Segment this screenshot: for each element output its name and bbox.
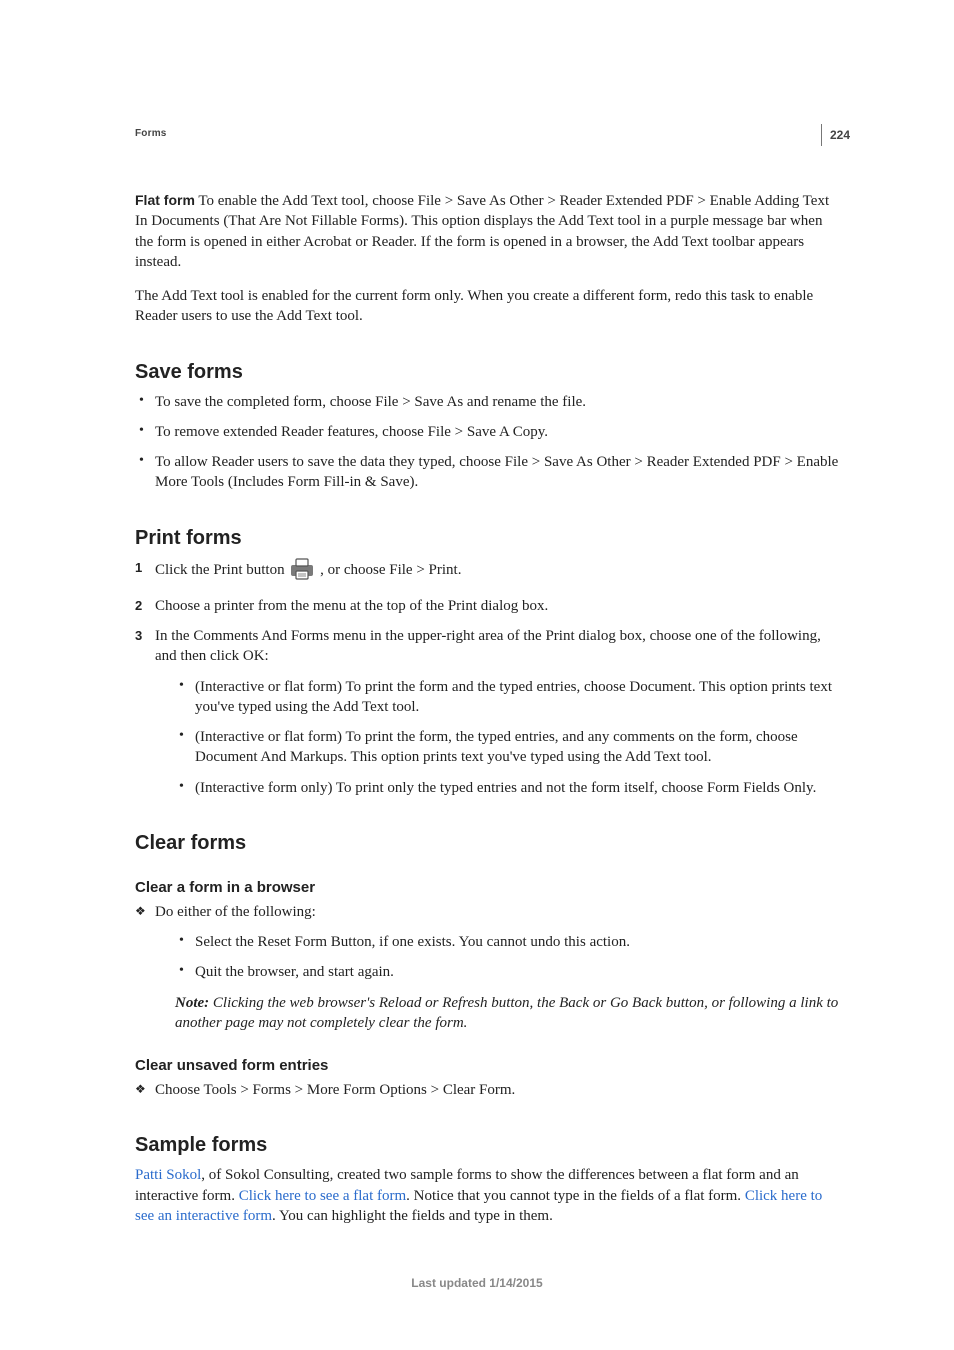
step-3-sublist: (Interactive or flat form) To print the … [155,677,844,798]
save-forms-heading: Save forms [135,361,844,384]
list-item: To remove extended Reader features, choo… [135,422,844,442]
step-1-text-a: Click the Print button [155,562,288,578]
step-3: 3 In the Comments And Forms menu in the … [135,626,844,798]
document-page: 224 Forms Flat form To enable the Add Te… [0,0,954,1350]
print-forms-steps: 1 Click the Print button , or choose Fil… [135,558,844,798]
flat-form-label: Flat form [135,192,195,208]
list-item-text: Quit the browser, and start again. [195,964,394,980]
link-flat-form[interactable]: Click here to see a flat form [239,1188,406,1204]
note-text: Clicking the web browser's Reload or Ref… [175,995,838,1031]
step-1-text-b: , or choose File > Print. [320,562,461,578]
list-item-text: (Interactive or flat form) To print the … [195,679,832,715]
list-item-text: To save the completed form, choose File … [155,394,586,410]
clear-browser-lead-text: Do either of the following: [155,904,316,920]
sample-t2: . Notice that you cannot type in the fie… [406,1188,745,1204]
flat-form-paragraph-1: Flat form To enable the Add Text tool, c… [135,191,844,272]
flat-form-text-1: To enable the Add Text tool, choose File… [135,193,829,270]
page-number: 224 [821,124,850,146]
flat-form-paragraph-2: The Add Text tool is enabled for the cur… [135,286,844,327]
step-3-text: In the Comments And Forms menu in the up… [155,628,821,664]
note-label: Note: [175,995,209,1011]
list-item-text: To remove extended Reader features, choo… [155,424,548,440]
list-item: To save the completed form, choose File … [135,392,844,412]
clear-browser-lead: Do either of the following: Select the R… [135,902,844,1033]
clear-browser-sublist: Select the Reset Form Button, if one exi… [155,932,844,983]
link-patti-sokol[interactable]: Patti Sokol [135,1167,201,1183]
print-forms-heading: Print forms [135,527,844,550]
list-item: Select the Reset Form Button, if one exi… [175,932,844,952]
save-forms-list: To save the completed form, choose File … [135,392,844,493]
list-item-text: Select the Reset Form Button, if one exi… [195,934,630,950]
page-number-value: 224 [830,128,850,142]
step-2-text: Choose a printer from the menu at the to… [155,598,548,614]
clear-unsaved-item: Choose Tools > Forms > More Form Options… [135,1080,844,1100]
list-item: (Interactive or flat form) To print the … [175,677,844,718]
footer-last-updated: Last updated 1/14/2015 [0,1276,954,1290]
clear-forms-heading: Clear forms [135,832,844,855]
list-item: Quit the browser, and start again. [175,962,844,982]
clear-unsaved-block: Choose Tools > Forms > More Form Options… [135,1080,844,1100]
clear-unsaved-heading: Clear unsaved form entries [135,1057,844,1074]
list-item-text: To allow Reader users to save the data t… [155,454,838,490]
list-item: (Interactive or flat form) To print the … [175,727,844,768]
list-item-text: (Interactive form only) To print only th… [195,780,816,796]
step-number: 2 [135,597,142,615]
clear-browser-heading: Clear a form in a browser [135,879,844,896]
step-number: 3 [135,627,142,645]
clear-browser-block: Do either of the following: Select the R… [135,902,844,1033]
breadcrumb: Forms [135,128,844,139]
clear-unsaved-text: Choose Tools > Forms > More Form Options… [155,1082,515,1098]
list-item-text: (Interactive or flat form) To print the … [195,729,798,765]
step-number: 1 [135,559,142,577]
step-1: 1 Click the Print button , or choose Fil… [135,558,844,586]
print-icon [290,558,314,586]
clear-browser-note: Note: Clicking the web browser's Reload … [175,993,844,1034]
sample-forms-heading: Sample forms [135,1134,844,1157]
step-2: 2 Choose a printer from the menu at the … [135,596,844,616]
list-item: (Interactive form only) To print only th… [175,778,844,798]
sample-t3: . You can highlight the fields and type … [272,1208,553,1224]
list-item: To allow Reader users to save the data t… [135,452,844,493]
sample-forms-paragraph: Patti Sokol, of Sokol Consulting, create… [135,1165,844,1226]
